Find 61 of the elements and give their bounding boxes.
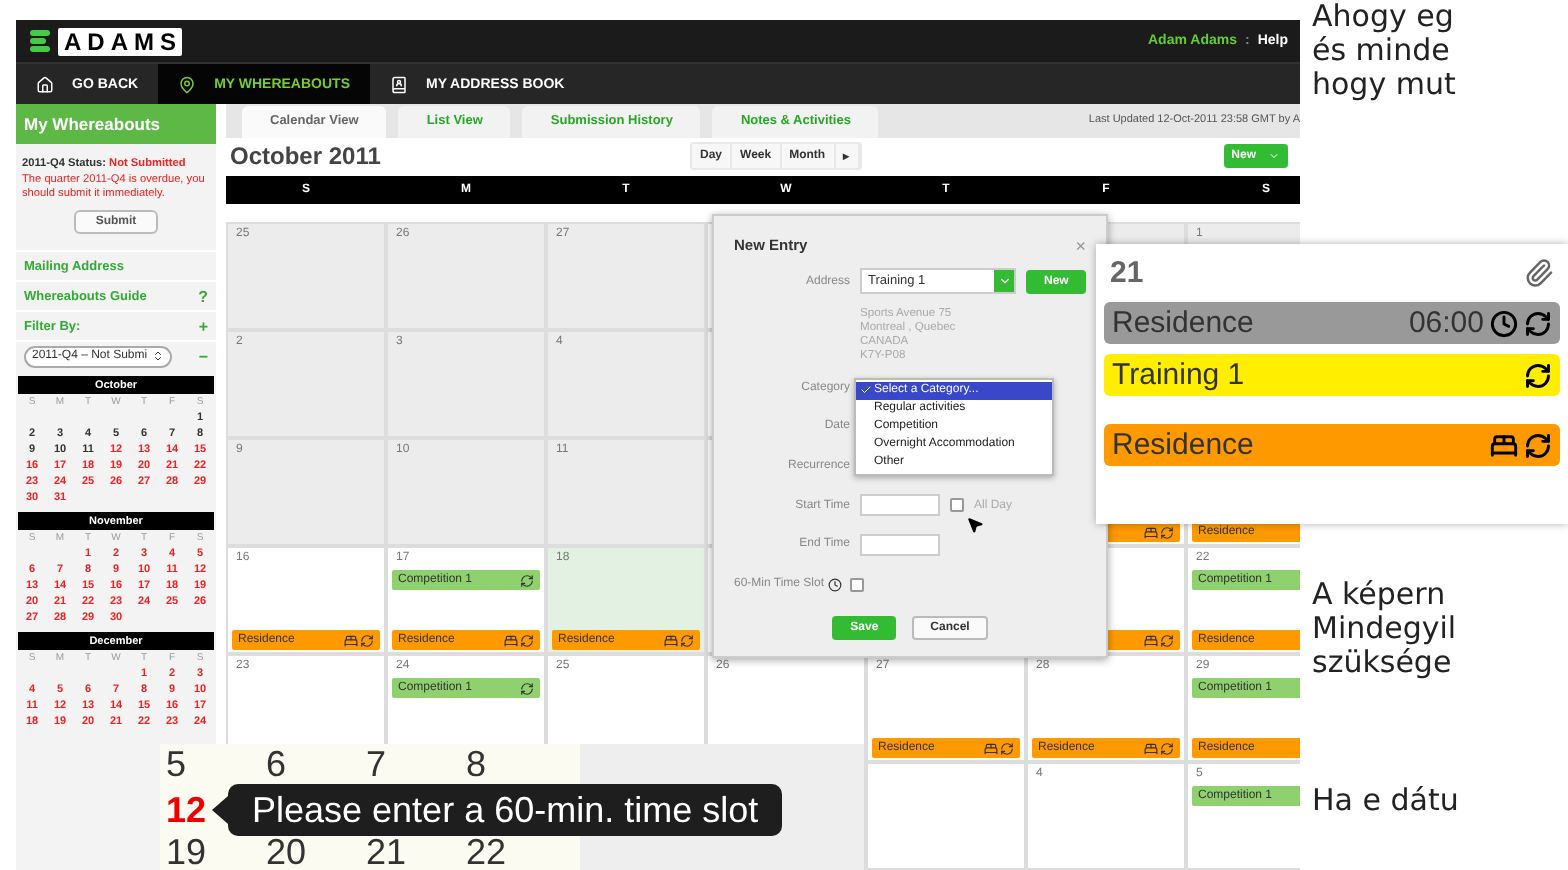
calendar-day: 20 [266,834,307,870]
sync-icon [360,633,374,647]
calendar-day: 12 [166,791,207,827]
all-day-checkbox[interactable] [950,498,964,513]
calendar-day-cell[interactable] [866,762,1026,870]
map-pin-icon [178,75,197,93]
sidebar-action[interactable]: ? [198,287,208,305]
whereabouts-entry[interactable]: Residence 06:00 [1104,302,1560,344]
sync-icon [1000,741,1014,755]
calendar-day: 22 [466,834,507,870]
article-text: A képern [1312,578,1448,612]
end-time-field[interactable] [860,533,940,556]
sync-icon [1524,431,1552,459]
sync-icon [1160,633,1174,647]
article-text: Ahogy eg [1312,0,1456,34]
caret-icon [997,274,1011,289]
bed-icon [344,633,358,647]
sync-icon [520,633,534,647]
whereabouts-entry[interactable]: Training 1 [1104,354,1560,396]
sync-icon [1524,361,1552,389]
sidebar-title: My Whereabouts [16,104,216,144]
sync-icon [1160,525,1174,539]
day-number: 21 [1110,255,1144,289]
caret-icon [1268,150,1280,163]
sync-icon [1524,309,1552,337]
sync-icon [520,573,534,587]
bed-icon [1144,525,1158,539]
logo-text: ADAMS [58,27,182,55]
calendar-day: 21 [366,834,407,870]
article-text: hogy mut [1312,68,1458,102]
close-button[interactable]: × [1075,235,1086,256]
article-text: és minde [1312,34,1450,68]
whereabouts-entry[interactable]: Residence [1104,424,1560,466]
calendar-day: 5 [166,746,187,782]
sync-icon [1160,741,1174,755]
sync-icon [680,633,694,647]
bed-icon [984,741,998,755]
check-icon [860,384,872,397]
bed-icon [1144,633,1158,647]
clock-icon [1490,309,1518,337]
sidebar-action[interactable]: + [198,317,208,335]
bed-icon [664,633,678,647]
article-text: Mindegyil [1312,612,1459,646]
time-slot-checkbox[interactable] [850,577,865,592]
calendar-day: 19 [166,834,207,870]
bed-icon [1144,741,1158,755]
remove-filter[interactable]: − [198,347,208,365]
start-time-field[interactable] [860,494,940,517]
month-title: October 2011 [230,142,383,171]
paperclip-icon [1524,257,1554,287]
tooltip-pointer [212,796,228,824]
book-icon [390,75,408,93]
logo-stripes-icon [28,28,52,54]
mouse-pointer-icon [966,516,984,534]
bed-icon [1490,431,1518,459]
clock-icon [828,577,843,592]
bed-icon [504,633,518,647]
article-text: Ha e dátu [1312,784,1461,818]
home-icon [36,75,54,93]
sync-icon [520,681,534,695]
article-text: szüksége [1312,646,1452,680]
